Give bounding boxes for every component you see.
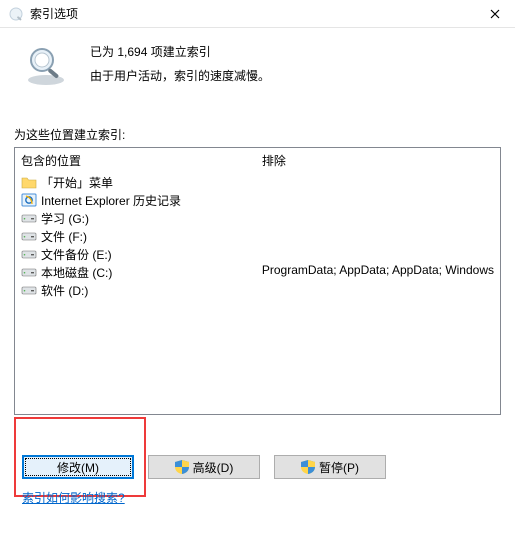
exclude-text: ProgramData; AppData; AppData; Windows — [262, 263, 494, 281]
titlebar: 索引选项 — [0, 0, 515, 28]
location-row[interactable]: Internet Explorer 历史记录 — [21, 191, 250, 209]
shield-icon — [175, 460, 189, 474]
summary: 已为 1,694 项建立索引 由于用户活动，索引的速度减慢。 — [14, 38, 501, 90]
location-label: Internet Explorer 历史记录 — [41, 192, 181, 209]
app-icon — [8, 6, 24, 22]
modify-label: 修改(M) — [57, 459, 99, 476]
help-link[interactable]: 索引如何影响搜索? — [14, 489, 125, 506]
exclude-text — [262, 281, 494, 299]
location-label: 学习 (G:) — [41, 210, 89, 227]
folder-icon — [21, 174, 37, 190]
location-row[interactable]: 本地磁盘 (C:) — [21, 263, 250, 281]
close-button[interactable] — [475, 0, 515, 28]
ie-icon — [21, 192, 37, 208]
location-label: 文件备份 (E:) — [41, 246, 112, 263]
advanced-label: 高级(D) — [193, 459, 234, 476]
included-header: 包含的位置 — [21, 152, 250, 169]
window-title: 索引选项 — [30, 5, 475, 22]
locations-list: 包含的位置 「开始」菜单Internet Explorer 历史记录学习 (G:… — [14, 147, 501, 415]
drive-icon — [21, 228, 37, 244]
modify-button[interactable]: 修改(M) — [22, 455, 134, 479]
index-status-text: 由于用户活动，索引的速度减慢。 — [90, 64, 270, 88]
advanced-button[interactable]: 高级(D) — [148, 455, 260, 479]
exclude-text — [262, 173, 494, 191]
drive-icon — [21, 246, 37, 262]
excluded-header: 排除 — [262, 152, 494, 169]
shield-icon — [301, 460, 315, 474]
location-label: 软件 (D:) — [41, 282, 88, 299]
location-label: 本地磁盘 (C:) — [41, 264, 112, 281]
location-label: 「开始」菜单 — [41, 174, 113, 191]
drive-icon — [21, 264, 37, 280]
location-row[interactable]: 软件 (D:) — [21, 281, 250, 299]
location-label: 文件 (F:) — [41, 228, 87, 245]
location-row[interactable]: 文件 (F:) — [21, 227, 250, 245]
exclude-text — [262, 227, 494, 245]
location-row[interactable]: 学习 (G:) — [21, 209, 250, 227]
index-count-text: 已为 1,694 项建立索引 — [90, 40, 270, 64]
drive-icon — [21, 210, 37, 226]
search-icon — [22, 42, 70, 90]
exclude-text — [262, 245, 494, 263]
exclude-text — [262, 191, 494, 209]
pause-label: 暂停(P) — [319, 459, 359, 476]
location-row[interactable]: 「开始」菜单 — [21, 173, 250, 191]
pause-button[interactable]: 暂停(P) — [274, 455, 386, 479]
location-row[interactable]: 文件备份 (E:) — [21, 245, 250, 263]
exclude-text — [262, 209, 494, 227]
locations-label: 为这些位置建立索引: — [14, 126, 501, 143]
drive-icon — [21, 282, 37, 298]
close-icon — [490, 9, 500, 19]
